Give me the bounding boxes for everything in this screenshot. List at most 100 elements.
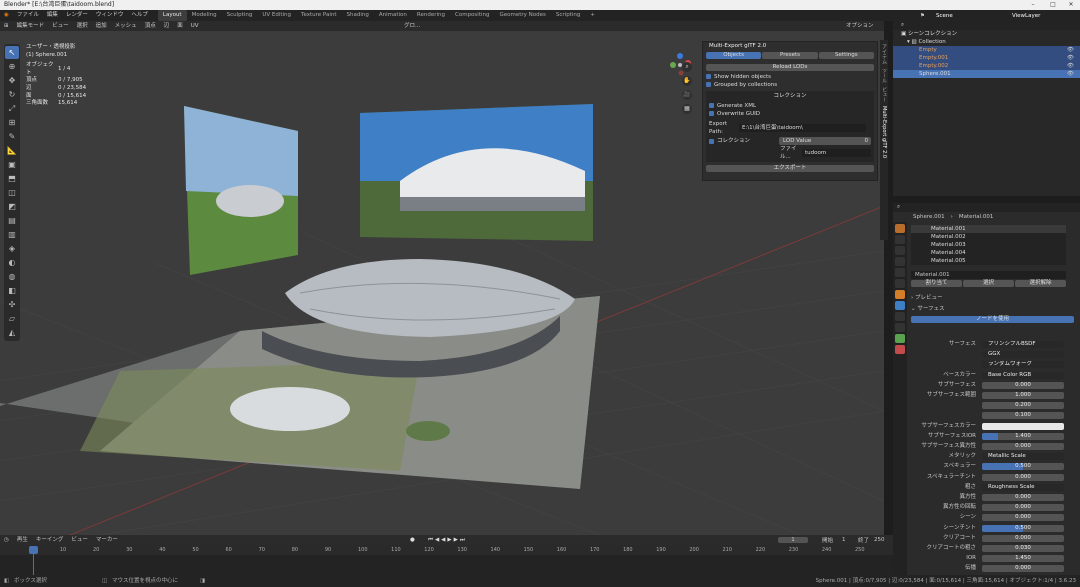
timeline-menu-keying[interactable]: キーイング	[32, 535, 68, 546]
tab-uv-editing[interactable]: UV Editing	[257, 10, 296, 21]
menu-face[interactable]: 面	[173, 21, 187, 32]
tab-rendering[interactable]: Rendering	[412, 10, 450, 21]
menu-edge[interactable]: 辺	[160, 21, 174, 32]
menu-mesh[interactable]: メッシュ	[111, 21, 141, 32]
tab-shading[interactable]: Shading	[342, 10, 374, 21]
show-hidden-checkbox[interactable]: Show hidden objects	[703, 73, 877, 81]
property-field[interactable]: 0.000	[982, 473, 1064, 481]
material-slot[interactable]: Material.002	[911, 233, 1066, 241]
file-name-field[interactable]: tudoom	[802, 149, 871, 157]
material-slot[interactable]: Material.003	[911, 241, 1066, 249]
close-icon[interactable]: ✕	[1062, 0, 1080, 10]
use-nodes-button[interactable]: ノードを使用	[911, 316, 1074, 323]
material-slot[interactable]: Material.001	[911, 225, 1066, 233]
outliner-root[interactable]: ▣ シーンコレクション	[893, 30, 1080, 38]
menu-window[interactable]: ウィンドウ	[92, 10, 128, 21]
material-slot[interactable]: Material.004	[911, 249, 1066, 257]
world-tab-icon[interactable]	[895, 279, 905, 288]
modifier-tab-icon[interactable]	[895, 301, 905, 310]
zoom-icon[interactable]: ⌕	[682, 62, 692, 72]
scene-name[interactable]: Scene	[936, 13, 953, 19]
object-tab-icon[interactable]	[895, 290, 905, 299]
export-path-field[interactable]: E:\1\台湾巨蛋\taidoom\	[739, 124, 866, 132]
tab-view[interactable]: ビュー	[881, 87, 888, 102]
property-field[interactable]: 0.000	[982, 381, 1064, 389]
select-button[interactable]: 選択	[963, 280, 1014, 287]
property-field[interactable]: Base Color RGB	[982, 371, 1064, 379]
spin-tool-icon[interactable]: ◐	[5, 256, 19, 269]
grouped-checkbox[interactable]: Grouped by collections	[703, 81, 877, 89]
shear-tool-icon[interactable]: ▱	[5, 312, 19, 325]
transform-tool-icon[interactable]: ⊞	[5, 116, 19, 129]
property-field[interactable]: 0.000	[982, 565, 1064, 573]
property-field[interactable]: GGX	[982, 351, 1064, 359]
data-tab-icon[interactable]	[895, 334, 905, 343]
start-frame-field[interactable]: 1	[842, 537, 846, 543]
mode-select[interactable]: 編集モード	[13, 21, 49, 32]
property-field[interactable]: 0.500	[982, 524, 1064, 532]
tab-animation[interactable]: Animation	[374, 10, 412, 21]
timeline-menu-view[interactable]: ビュー	[67, 535, 92, 546]
pan-hand-icon[interactable]: ✋	[682, 76, 692, 86]
transform-orientation[interactable]: グロ...	[400, 21, 424, 32]
add-workspace-icon[interactable]: +	[585, 10, 600, 21]
blender-logo-icon[interactable]: ◉	[0, 10, 13, 21]
visibility-eye-icon[interactable]: 👁	[1067, 62, 1074, 70]
property-field[interactable]: ランダムウォーク	[982, 361, 1064, 369]
playhead[interactable]	[29, 546, 38, 554]
record-button[interactable]: ●	[410, 537, 415, 543]
collection-toggle[interactable]: コレクション	[717, 137, 779, 145]
property-field[interactable]	[982, 422, 1064, 430]
menu-help[interactable]: ヘルプ	[127, 10, 152, 21]
menu-file[interactable]: ファイル	[13, 10, 43, 21]
timeline-editor-icon[interactable]: ◷	[0, 535, 13, 546]
property-field[interactable]: 0.500	[982, 463, 1064, 471]
property-field[interactable]: 0.000	[982, 504, 1064, 512]
rip-tool-icon[interactable]: ◭	[5, 326, 19, 339]
timeline-menu-marker[interactable]: マーカー	[92, 535, 122, 546]
tab-presets[interactable]: Presets	[762, 52, 818, 59]
property-field[interactable]: Metallic Scale	[982, 453, 1064, 461]
outliner-item-empty-001[interactable]: Empty.001 👁	[893, 54, 1080, 62]
physics-tab-icon[interactable]	[895, 323, 905, 332]
tab-compositing[interactable]: Compositing	[450, 10, 494, 21]
property-field[interactable]: 0.000	[982, 443, 1064, 450]
visibility-eye-icon[interactable]: 👁	[1067, 46, 1074, 54]
tab-scripting[interactable]: Scripting	[551, 10, 585, 21]
editor-type-icon[interactable]: ⊞	[0, 21, 13, 32]
outliner-item-empty-002[interactable]: Empty.002 👁	[893, 62, 1080, 70]
surface-section[interactable]: ⌄ サーフェス	[911, 304, 1080, 312]
tab-geometry-nodes[interactable]: Geometry Nodes	[494, 10, 550, 21]
outliner-item-sphere[interactable]: Sphere.001 👁	[893, 70, 1080, 78]
render-tab-icon[interactable]	[895, 235, 905, 244]
material-datablock[interactable]: Material.001	[911, 272, 950, 278]
property-field[interactable]: 0.200	[982, 402, 1064, 410]
tab-multi-export[interactable]: Multi-Export glTF 2.0	[881, 106, 887, 158]
knife-tool-icon[interactable]: ▥	[5, 228, 19, 241]
inset-tool-icon[interactable]: ◫	[5, 186, 19, 199]
outliner-collection[interactable]: ▾ ▥ Collection	[893, 38, 1080, 46]
add-cube-tool-icon[interactable]: ▣	[5, 158, 19, 171]
props-search-icon[interactable]: ⌕	[897, 204, 900, 211]
property-field[interactable]: 0.000	[982, 494, 1064, 501]
minimize-icon[interactable]: –	[1024, 0, 1042, 10]
menu-add[interactable]: 追加	[92, 21, 111, 32]
tab-texture-paint[interactable]: Texture Paint	[296, 10, 342, 21]
tab-settings[interactable]: Settings	[818, 52, 874, 59]
annotate-tool-icon[interactable]: ✎	[5, 130, 19, 143]
material-slot[interactable]: Material.005	[911, 257, 1066, 265]
timeline-menu-playback[interactable]: 再生	[13, 535, 32, 546]
property-field[interactable]: 1.450	[982, 555, 1064, 563]
export-button[interactable]: エクスポート	[706, 165, 874, 172]
menu-vertex[interactable]: 頂点	[141, 21, 160, 32]
view-layer-name[interactable]: ViewLayer	[1012, 13, 1040, 19]
property-field[interactable]: プリンシプルBSDF	[982, 341, 1064, 348]
menu-uv[interactable]: UV	[187, 21, 203, 32]
property-field[interactable]: 1.400	[982, 432, 1064, 440]
timeline-ruler[interactable]: 1102030405060708090100110120130140150160…	[0, 545, 893, 555]
current-frame-field[interactable]: 1	[778, 537, 808, 543]
tab-modeling[interactable]: Modeling	[187, 10, 222, 21]
scale-tool-icon[interactable]: ⤢	[5, 102, 19, 115]
output-tab-icon[interactable]	[895, 246, 905, 255]
scene-tab-icon[interactable]	[895, 268, 905, 277]
